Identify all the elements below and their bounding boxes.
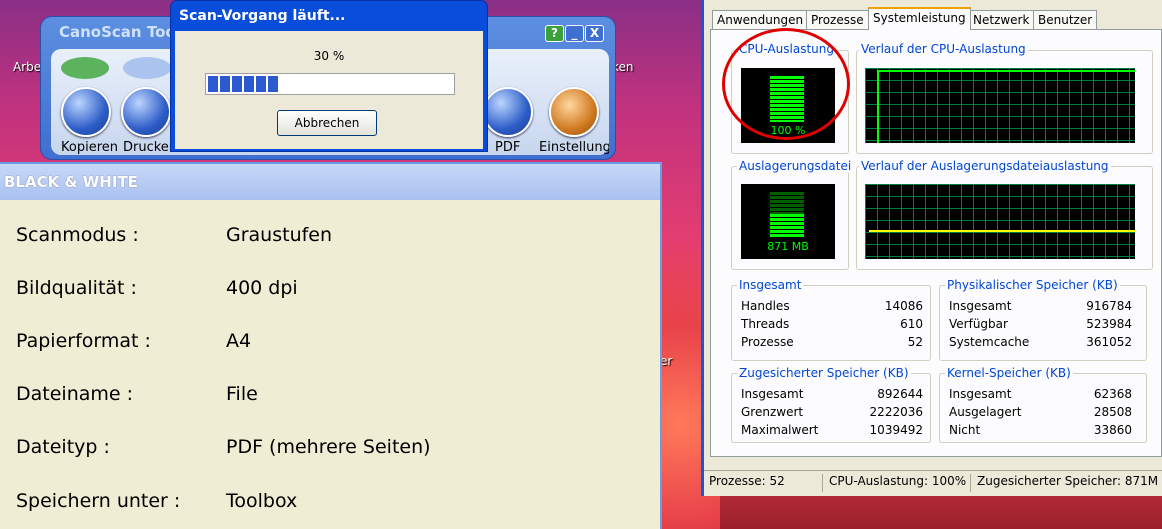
kernel-memory-title: Kernel-Speicher (KB) bbox=[945, 366, 1073, 380]
desktop-icon-label[interactable]: Arbe bbox=[13, 60, 41, 74]
swap-usage-meter: 871 MB bbox=[741, 184, 835, 259]
stat-value: 62368 bbox=[1093, 387, 1132, 401]
highlight-circle-annotation bbox=[722, 28, 850, 140]
canoscan-title: CanoScan Too bbox=[59, 23, 176, 41]
stat-label: Verfügbar bbox=[949, 317, 1008, 331]
stat-value: 523984 bbox=[1086, 317, 1132, 331]
stat-value: 14086 bbox=[884, 299, 923, 313]
swap-label: Auslagerungsdatei bbox=[737, 159, 854, 173]
stat-value: 33860 bbox=[1093, 423, 1132, 437]
tab-anwendungen[interactable]: Anwendungen bbox=[712, 10, 809, 30]
progress-segment bbox=[208, 76, 218, 92]
print-icon[interactable] bbox=[121, 87, 171, 137]
setting-label: Speichern unter : bbox=[16, 490, 181, 512]
copy-button-label[interactable]: Kopieren bbox=[61, 140, 118, 155]
stat-label: Grenzwert bbox=[741, 405, 804, 419]
progress-segment bbox=[268, 76, 278, 92]
totals-title: Insgesamt bbox=[737, 278, 804, 292]
setting-label: Dateiname : bbox=[16, 383, 134, 405]
tab-benutzer[interactable]: Benutzer bbox=[1033, 10, 1098, 30]
tab-netzwerk[interactable]: Netzwerk bbox=[968, 10, 1035, 30]
scan-progress-dialog: Scan-Vorgang läuft... 30 % Abbrechen bbox=[170, 0, 488, 152]
settings-icon[interactable] bbox=[549, 87, 599, 137]
settings-button-label[interactable]: Einstellungen bbox=[539, 140, 609, 155]
stat-label: Handles bbox=[741, 299, 790, 313]
cpu-history-label: Verlauf der CPU-Auslastung bbox=[859, 42, 1028, 56]
stat-value: 52 bbox=[907, 335, 923, 349]
pdf-icon[interactable] bbox=[483, 87, 533, 137]
stat-value: 610 bbox=[900, 317, 923, 331]
stat-value: 916784 bbox=[1086, 299, 1132, 313]
stat-label: Insgesamt bbox=[949, 387, 1012, 401]
status-commit: Zugesicherter Speicher: 871M bbox=[977, 474, 1159, 488]
setting-value: 400 dpi bbox=[226, 277, 298, 299]
stat-value: 28508 bbox=[1093, 405, 1132, 419]
progress-bar bbox=[205, 73, 455, 95]
dialog-title: Scan-Vorgang läuft... bbox=[179, 8, 346, 24]
panel-header: BLACK & WHITE bbox=[0, 164, 660, 200]
progress-segment bbox=[220, 76, 230, 92]
commit-memory-title: Zugesicherter Speicher (KB) bbox=[737, 366, 911, 380]
scanner-status-icon bbox=[123, 57, 171, 79]
tab-systemleistung[interactable]: Systemleistung bbox=[868, 7, 971, 30]
print-button-label[interactable]: Drucken bbox=[123, 140, 177, 155]
stat-label: Maximalwert bbox=[741, 423, 819, 437]
stat-label: Threads bbox=[741, 317, 790, 331]
setting-value: PDF (mehrere Seiten) bbox=[226, 436, 431, 458]
progress-segment bbox=[244, 76, 254, 92]
status-bar: Prozesse: 52 CPU-Auslastung: 100% Zugesi… bbox=[704, 470, 1162, 492]
cancel-button[interactable]: Abbrechen bbox=[277, 110, 377, 136]
setting-label: Bildqualität : bbox=[16, 277, 137, 299]
swap-history-label: Verlauf der Auslagerungsdateiauslastung bbox=[859, 159, 1111, 173]
close-button[interactable]: X bbox=[585, 25, 604, 42]
scanner-status-icon bbox=[61, 57, 109, 79]
progress-segment bbox=[256, 76, 266, 92]
pdf-button-label[interactable]: PDF bbox=[495, 140, 520, 155]
stat-value: 2222036 bbox=[869, 405, 923, 419]
minimize-button[interactable]: _ bbox=[565, 25, 584, 42]
stat-label: Insgesamt bbox=[949, 299, 1012, 313]
physical-memory-title: Physikalischer Speicher (KB) bbox=[945, 278, 1120, 292]
tab-prozesse[interactable]: Prozesse bbox=[806, 10, 869, 30]
progress-fill bbox=[208, 76, 452, 95]
copy-icon[interactable] bbox=[61, 87, 111, 137]
setting-value: File bbox=[226, 383, 258, 405]
setting-label: Papierformat : bbox=[16, 330, 151, 352]
setting-value: A4 bbox=[226, 330, 252, 352]
progress-percent: 30 % bbox=[313, 49, 345, 63]
setting-value: Toolbox bbox=[226, 490, 298, 512]
stat-value: 892644 bbox=[877, 387, 923, 401]
setting-label: Dateityp : bbox=[16, 436, 110, 458]
stat-label: Systemcache bbox=[949, 335, 1030, 349]
dialog-body: 30 % Abbrechen bbox=[175, 31, 483, 149]
swap-usage-value: 871 MB bbox=[767, 240, 809, 253]
scan-settings-panel: BLACK & WHITE Scanmodus : Graustufen Bil… bbox=[0, 162, 662, 529]
cpu-history-graph bbox=[865, 68, 1135, 143]
swap-history-graph bbox=[865, 184, 1135, 259]
help-button[interactable]: ? bbox=[545, 25, 564, 42]
stat-label: Insgesamt bbox=[741, 387, 804, 401]
stat-label: Prozesse bbox=[741, 335, 794, 349]
progress-segment bbox=[232, 76, 242, 92]
status-processes: Prozesse: 52 bbox=[706, 474, 823, 492]
stat-label: Nicht bbox=[949, 423, 981, 437]
setting-label: Scanmodus : bbox=[16, 224, 139, 246]
stat-value: 1039492 bbox=[869, 423, 923, 437]
stat-value: 361052 bbox=[1086, 335, 1132, 349]
stat-label: Ausgelagert bbox=[949, 405, 1022, 419]
setting-value: Graustufen bbox=[226, 224, 333, 246]
status-cpu: CPU-Auslastung: 100% bbox=[826, 474, 971, 492]
